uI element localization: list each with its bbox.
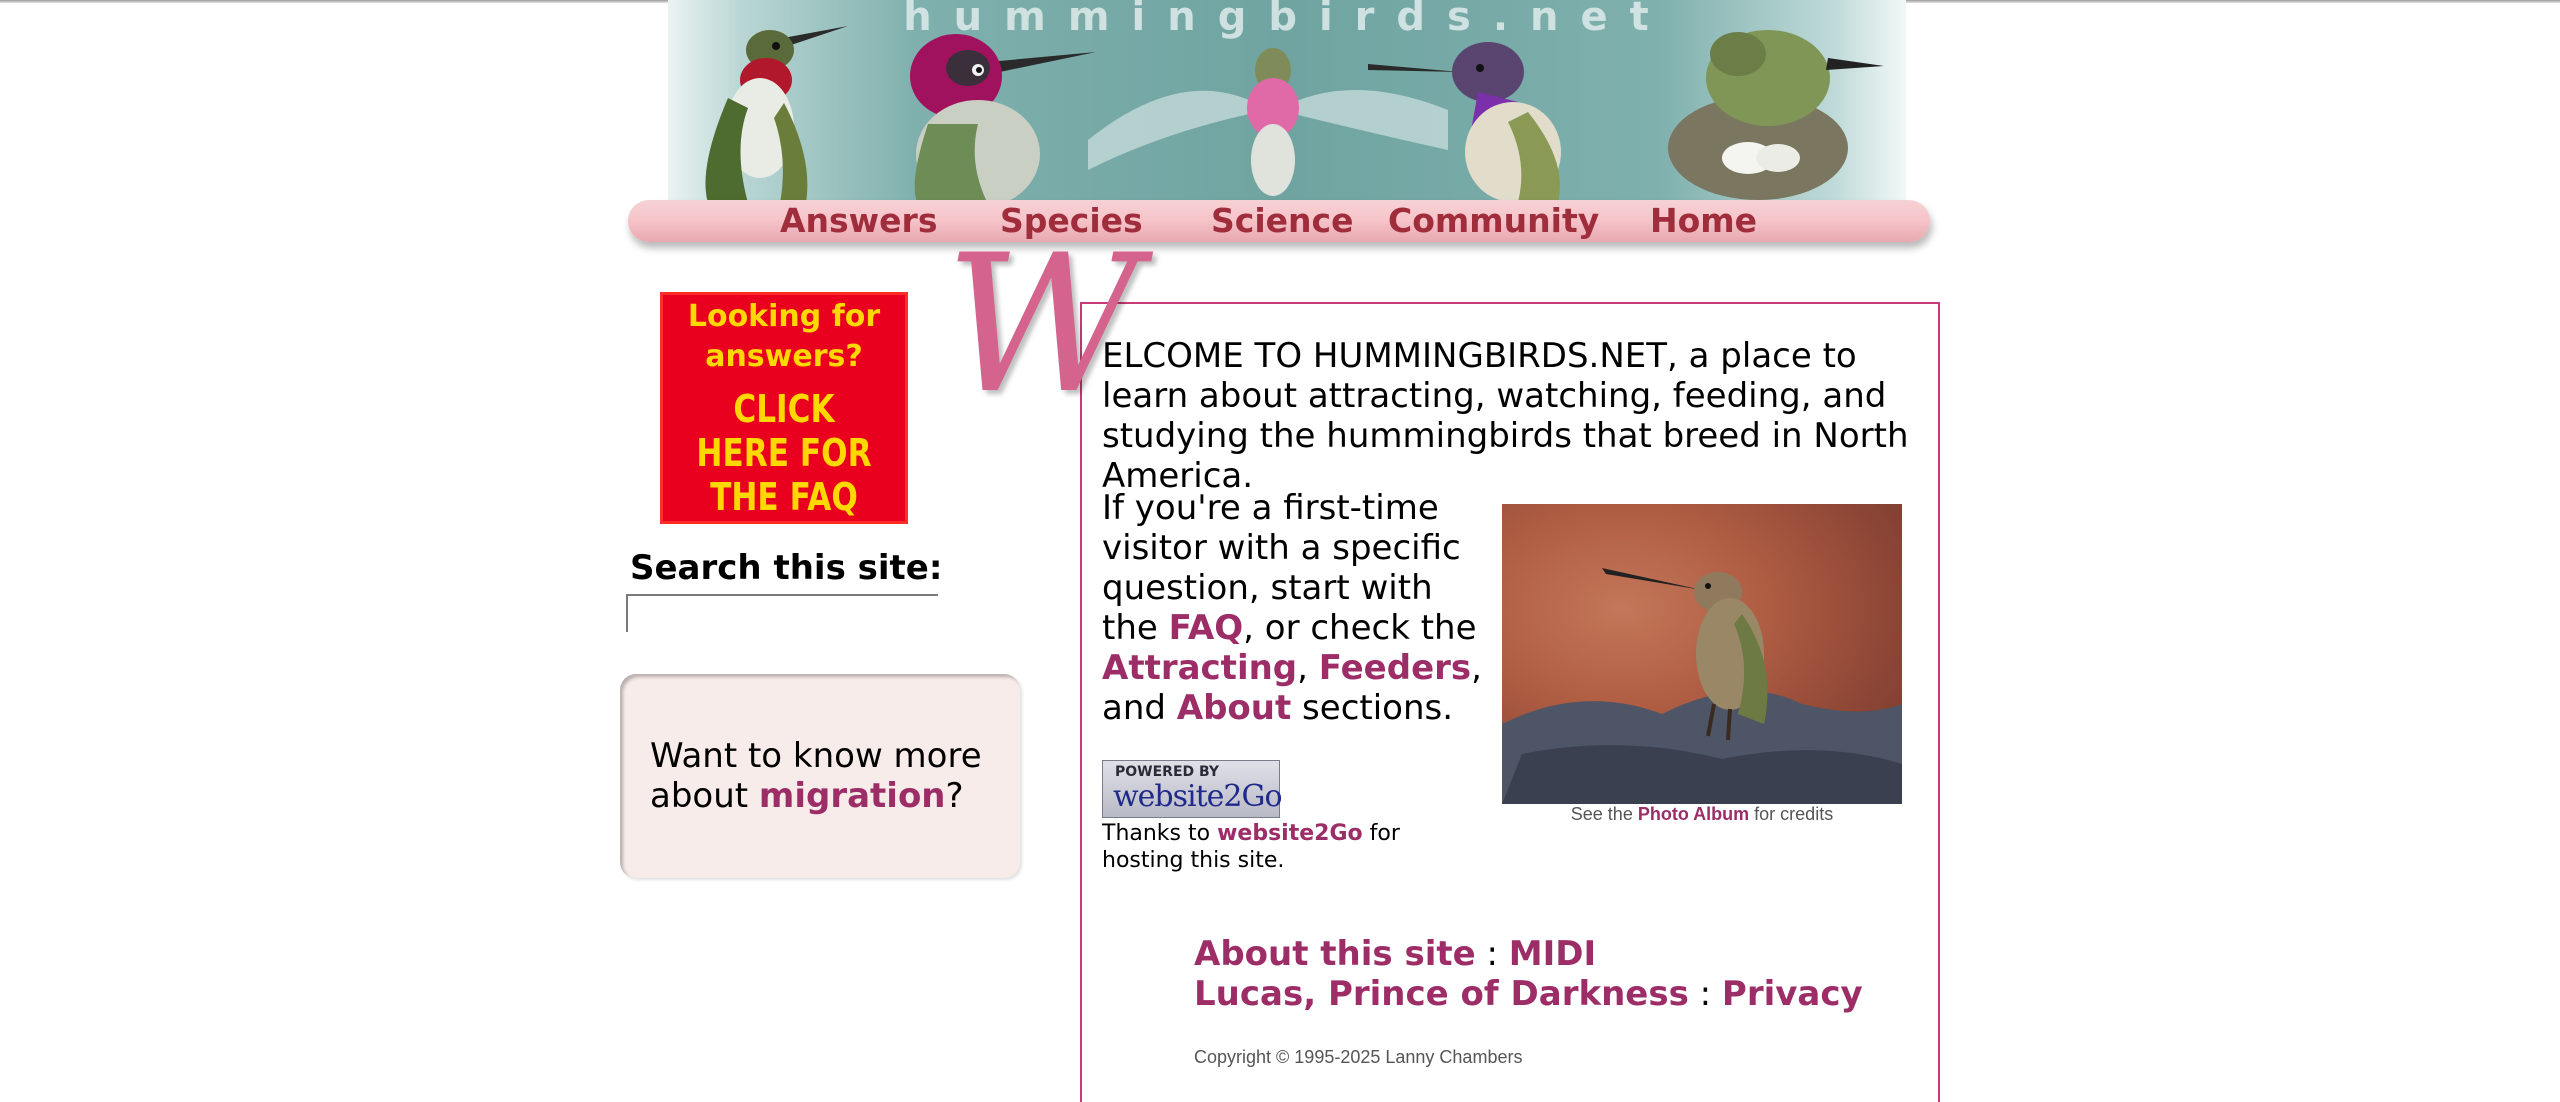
welcome-text: ELCOME TO HUMMINGBIRDS.NET, a place to l… [1102,336,1909,496]
footer-sep-2: : [1688,974,1722,1014]
feeders-link[interactable]: Feeders [1319,648,1471,688]
migration-link[interactable]: migration [759,776,946,816]
nav-answers[interactable]: Answers [780,200,937,242]
hummingbird-nest-image [1648,8,1888,200]
hummingbird-image-2 [868,14,1098,200]
privacy-link[interactable]: Privacy [1722,974,1863,1014]
attracting-link[interactable]: Attracting [1102,648,1297,688]
about-link[interactable]: About [1177,688,1291,728]
nav-home[interactable]: Home [1650,200,1757,242]
intro-paragraph: If you're a first-time visitor with a sp… [1102,488,1482,728]
hosting-thanks: Thanks to website2Go for hosting this si… [1102,820,1482,874]
main-nav: Answers Species Science Community Home [628,200,1930,242]
copyright-text: Copyright © 1995-2025 Lanny Chambers [1194,1047,1523,1067]
about-site-link[interactable]: About this site [1194,934,1476,974]
website2go-link[interactable]: website2Go [1217,821,1363,846]
nav-community[interactable]: Community [1388,200,1599,242]
website2go-logo-small: POWERED BY [1115,764,1220,780]
intro-text-4: sections. [1291,688,1454,728]
footer-sep-1: : [1475,934,1509,974]
intro-sep: , [1297,648,1319,688]
lucas-link[interactable]: Lucas, Prince of Darkness [1194,974,1689,1014]
migration-text-suffix: ? [945,776,964,816]
photo-caption-suffix: for credits [1749,804,1834,824]
website2go-logo-big: website2Go [1113,779,1283,814]
photo-caption: See the Photo Album for credits [1502,804,1902,825]
website2go-logo[interactable]: POWERED BY website2Go [1102,760,1283,818]
faq-badge-line1: Looking for answers? [687,299,881,374]
hummingbird-image-4 [1368,22,1568,200]
nav-science[interactable]: Science [1211,200,1353,242]
photo-caption-prefix: See the [1570,804,1638,824]
faq-badge-link[interactable]: Looking for answers? CLICK HERE FOR THE … [660,292,908,524]
search-input[interactable] [626,594,938,632]
faq-link[interactable]: FAQ [1169,608,1244,648]
intro-text-2: , or check the [1243,608,1477,648]
faq-badge-line2: CLICK HERE FOR THE FAQ [696,387,872,519]
hummingbird-photo[interactable] [1502,504,1902,804]
midi-link[interactable]: MIDI [1509,934,1596,974]
site-banner: hummingbirds.net [668,0,1906,200]
photo-album-link[interactable]: Photo Album [1638,804,1749,824]
migration-callout: Want to know more about migration? [620,674,1020,878]
footer-links: About this site : MIDI Lucas, Prince of … [1194,934,1863,1014]
thanks-prefix: Thanks to [1102,821,1218,846]
hummingbird-image-1 [688,8,858,200]
search-label: Search this site: [630,548,943,588]
